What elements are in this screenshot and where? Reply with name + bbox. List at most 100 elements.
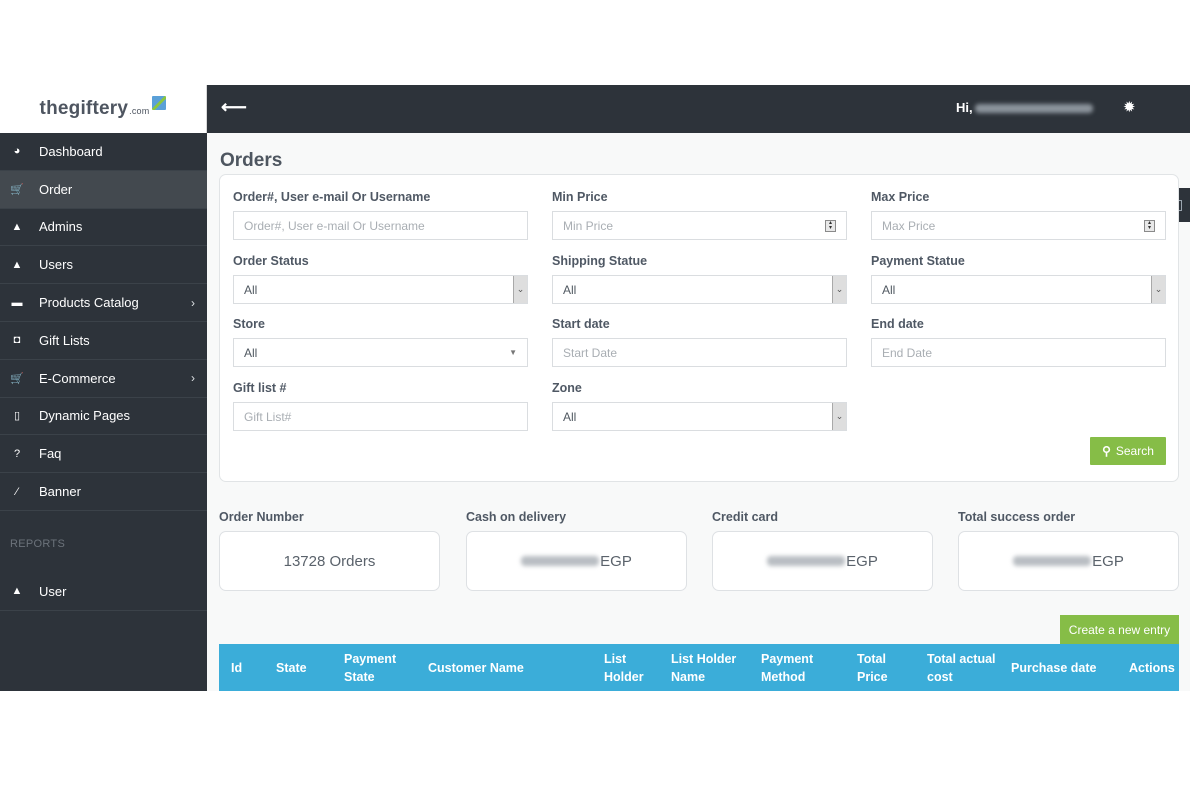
magic-wand-icon: ⁄: [16, 485, 18, 498]
blurred-username: [974, 104, 1093, 114]
stat-cash-on-delivery: Cash on delivery EGP: [466, 510, 687, 591]
order-status-label: Order Status: [233, 254, 309, 268]
orders-table-header: Id State Payment State Customer Name List Hold…: [219, 644, 1179, 691]
sidebar-item-dynamic-pages[interactable]: ▯ Dynamic Pages: [0, 398, 207, 436]
sidebar-item-users[interactable]: ▲ Users: [0, 246, 207, 285]
sidebar-item-label: User: [39, 583, 67, 599]
store-field: Store All ▼: [233, 317, 528, 367]
chevron-down-icon[interactable]: ⌄: [832, 276, 846, 303]
create-new-entry-button[interactable]: Create a new entry: [1060, 615, 1179, 644]
filter-panel: Order#, User e-mail Or Username Order#, …: [219, 174, 1179, 482]
reports-section-label: REPORTS: [10, 537, 66, 550]
chevron-right-icon: ›: [191, 295, 195, 310]
cart-icon: 🛒: [10, 183, 24, 196]
back-arrow-icon[interactable]: ⟵: [221, 97, 247, 118]
gift-list-field: Gift list # Gift List#: [233, 381, 528, 431]
order-status-select[interactable]: All ⌄: [233, 275, 528, 304]
sidebar-item-dashboard[interactable]: ◕ Dashboard: [0, 133, 207, 171]
sidebar-item-admins[interactable]: ▲ Admins: [0, 209, 207, 247]
gift-icon: ◘: [13, 334, 21, 347]
blurred-amount: [1013, 556, 1092, 566]
column-header-total-price[interactable]: Total Price: [857, 644, 888, 691]
sidebar-item-label: Products Catalog: [39, 295, 139, 311]
payment-status-field: Payment Statue All ⌄: [871, 254, 1166, 304]
sidebar-item-gift-lists[interactable]: ◘ Gift Lists: [0, 322, 207, 360]
user-greeting[interactable]: Hi,: [956, 100, 1093, 115]
column-header-state[interactable]: State: [276, 644, 307, 691]
briefcase-icon: ▬: [11, 296, 23, 309]
sidebar: thegiftery.com ◕ Dashboard 🛒 Order ▲ Admins ▲ U…: [0, 85, 207, 691]
sidebar-item-label: Gift Lists: [39, 332, 90, 348]
gift-list-label: Gift list #: [233, 381, 287, 395]
min-price-field: Min Price Min Price ▴ ▾: [552, 190, 847, 240]
file-icon: ▯: [13, 410, 21, 423]
sidebar-item-banner[interactable]: ⁄ Banner: [0, 473, 207, 511]
column-header-id[interactable]: Id: [231, 644, 242, 691]
stat-total-success-order: Total success order EGP: [958, 510, 1179, 591]
logo-text: thegiftery.com: [39, 98, 150, 119]
max-price-input[interactable]: Max Price ▴ ▾: [871, 211, 1166, 240]
sidebar-item-e-commerce[interactable]: 🛒 E-Commerce ›: [0, 360, 207, 398]
top-bar: ⟵ Hi, ✹: [207, 85, 1190, 133]
column-header-actions[interactable]: Actions: [1129, 644, 1175, 691]
app-window: thegiftery.com ◕ Dashboard 🛒 Order ▲ Admins ▲ U…: [0, 85, 1190, 691]
number-spinner-icon[interactable]: ▴ ▾: [1144, 220, 1155, 232]
question-icon: ?: [13, 447, 21, 460]
sidebar-item-label: E-Commerce: [39, 370, 116, 386]
sidebar-item-label: Faq: [39, 446, 62, 462]
chevron-down-icon[interactable]: ⌄: [832, 403, 846, 430]
sidebar-item-label: Users: [39, 257, 73, 273]
search-button[interactable]: ⚲ Search: [1090, 437, 1166, 465]
blurred-amount: [521, 556, 600, 566]
store-label: Store: [233, 317, 265, 331]
user-icon: ▲: [11, 585, 23, 598]
sidebar-item-label: Admins: [39, 219, 83, 235]
payment-status-select[interactable]: All ⌄: [871, 275, 1166, 304]
column-header-payment-method[interactable]: Payment Method: [761, 644, 813, 691]
column-header-customer-name[interactable]: Customer Name: [428, 644, 524, 691]
min-price-label: Min Price: [552, 190, 608, 204]
user-icon: ▲: [11, 258, 23, 271]
sidebar-item-order[interactable]: 🛒 Order: [0, 170, 207, 209]
logo[interactable]: thegiftery.com: [0, 85, 207, 133]
store-select[interactable]: All ▼: [233, 338, 528, 367]
column-header-list-holder[interactable]: List Holder: [604, 644, 644, 691]
gear-icon[interactable]: ✹: [1123, 98, 1136, 116]
chevron-down-icon[interactable]: ⌄: [513, 276, 527, 303]
shipping-status-select[interactable]: All ⌄: [552, 275, 847, 304]
chevron-down-icon[interactable]: ⌄: [1151, 276, 1165, 303]
end-date-label: End date: [871, 317, 924, 331]
stat-order-number: Order Number 13728 Orders: [219, 510, 440, 591]
number-spinner-icon[interactable]: ▴ ▾: [825, 220, 836, 232]
user-icon: ▲: [11, 220, 23, 233]
caret-down-icon: ▼: [509, 348, 517, 357]
search-label: Order#, User e-mail Or Username: [233, 190, 431, 204]
blurred-amount: [767, 556, 846, 566]
sidebar-report-item-user[interactable]: ▲ User: [0, 573, 207, 611]
max-price-label: Max Price: [871, 190, 930, 204]
end-date-input[interactable]: End Date: [871, 338, 1166, 367]
min-price-input[interactable]: Min Price ▴ ▾: [552, 211, 847, 240]
search-input[interactable]: Order#, User e-mail Or Username: [233, 211, 528, 240]
start-date-input[interactable]: Start Date: [552, 338, 847, 367]
sidebar-item-label: Order: [39, 181, 73, 197]
start-date-field: Start date Start Date: [552, 317, 847, 367]
column-header-total-actual-cost[interactable]: Total actual cost: [927, 644, 996, 691]
column-header-payment-state[interactable]: Payment State: [344, 644, 396, 691]
column-header-list-holder-name[interactable]: List Holder Name: [671, 644, 736, 691]
gift-list-input[interactable]: Gift List#: [233, 402, 528, 431]
stat-value: 13728 Orders: [219, 531, 440, 591]
shipping-status-label: Shipping Statue: [552, 254, 648, 268]
stat-value: EGP: [958, 531, 1179, 591]
column-header-purchase-date[interactable]: Purchase date: [1011, 644, 1096, 691]
max-price-field: Max Price Max Price ▴ ▾: [871, 190, 1166, 240]
sidebar-nav: ◕ Dashboard 🛒 Order ▲ Admins ▲ Users ▬ Products C…: [0, 133, 207, 611]
zone-select[interactable]: All ⌄: [552, 402, 847, 431]
zone-label: Zone: [552, 381, 582, 395]
sidebar-item-products-catalog[interactable]: ▬ Products Catalog ›: [0, 284, 207, 322]
sidebar-item-label: Dynamic Pages: [39, 408, 131, 424]
dashboard-icon: ◕: [13, 145, 21, 158]
stat-value: EGP: [466, 531, 687, 591]
sidebar-item-faq[interactable]: ? Faq: [0, 435, 207, 474]
stat-credit-card: Credit card EGP: [712, 510, 933, 591]
